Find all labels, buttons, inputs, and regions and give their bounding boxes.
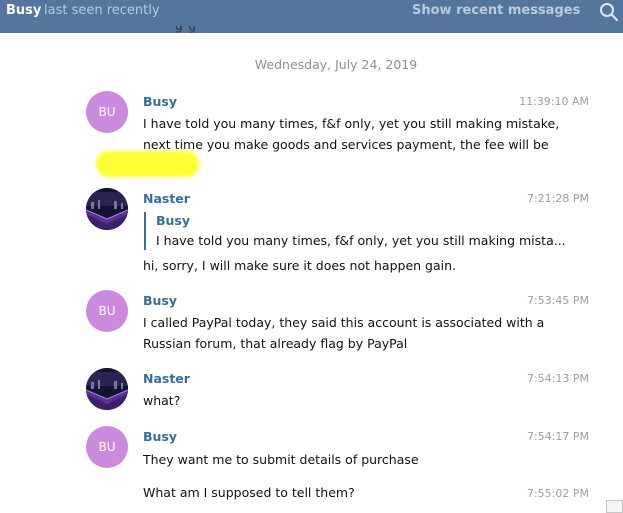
chat-status: last seen recently (44, 3, 160, 18)
avatar[interactable] (86, 368, 128, 410)
message-text: What am I supposed to tell them? (143, 482, 355, 503)
message-time: 7:54:17 PM (526, 430, 589, 443)
message-line: next time you make goods and services pa… (143, 137, 549, 152)
reply-quote[interactable]: Busy I have told you many times, f&f onl… (144, 212, 566, 250)
message-sender[interactable]: Naster (143, 371, 190, 386)
message-text: I called PayPal today, they said this ac… (143, 312, 544, 354)
message-line: They want me to submit details of purcha… (143, 452, 419, 467)
message-line: Russian forum, that already flag by PayP… (143, 336, 408, 351)
message-time: 7:54:13 PM (526, 372, 589, 385)
message-sender[interactable]: Busy (143, 94, 177, 109)
avatar[interactable]: BU (86, 91, 128, 133)
message-line: What am I supposed to tell them? (143, 485, 355, 500)
date-separator: Wednesday, July 24, 2019 (254, 57, 418, 72)
message-time: 7:53:45 PM (526, 294, 589, 307)
avatar[interactable]: BU (86, 290, 128, 332)
truncated-message-text: ɡ ɡ (175, 26, 198, 33)
chat-header: Busy last seen recently Show recent mess… (0, 0, 623, 33)
show-recent-messages-link[interactable]: Show recent messages (412, 3, 580, 18)
message-text: what? (143, 390, 180, 411)
message-line: what? (143, 393, 181, 408)
message-sender[interactable]: Naster (143, 191, 190, 206)
message-line: I have told you many times, f&f only, ye… (143, 116, 560, 131)
yellow-highlight-mark (96, 151, 199, 177)
reply-sender: Busy (156, 213, 191, 228)
message-text: They want me to submit details of purcha… (143, 449, 419, 470)
window-resize-corner[interactable] (606, 500, 623, 513)
message-time: 7:21:28 PM (526, 192, 589, 205)
search-icon[interactable] (598, 1, 620, 23)
message-line: I called PayPal today, they said this ac… (143, 315, 545, 330)
reply-text: I have told you many times, f&f only, ye… (156, 233, 566, 248)
avatar[interactable]: BU (86, 426, 128, 468)
message-sender[interactable]: Busy (143, 429, 177, 444)
message-time: 7:55:02 PM (526, 487, 589, 500)
message-sender[interactable]: Busy (143, 293, 177, 308)
message-line: hi, sorry, I will make sure it does not … (143, 258, 456, 273)
message-text: I have told you many times, f&f only, ye… (143, 113, 559, 155)
message-time: 11:39:10 AM (519, 95, 589, 108)
chat-title[interactable]: Busy (6, 3, 41, 18)
message-text: hi, sorry, I will make sure it does not … (143, 255, 456, 276)
avatar[interactable] (86, 188, 128, 230)
